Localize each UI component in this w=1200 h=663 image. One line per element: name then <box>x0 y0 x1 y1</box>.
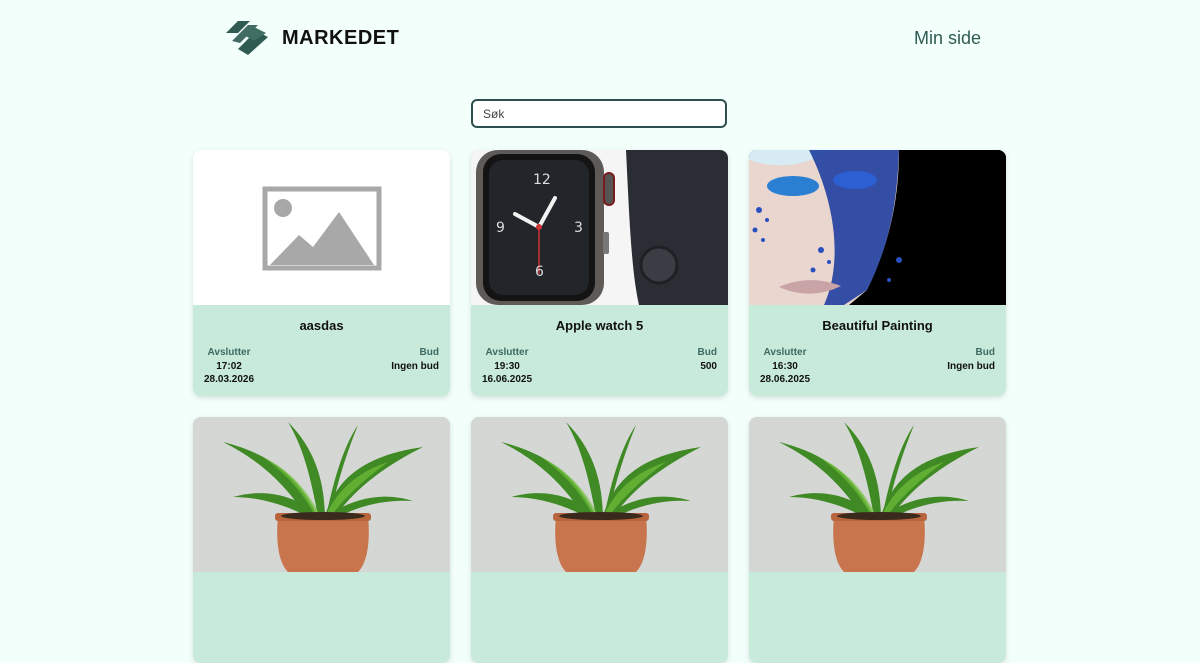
potted-plant-photo <box>193 417 450 572</box>
ends-time: 16:30 <box>772 360 798 372</box>
bid-label: Bud <box>697 347 717 358</box>
listing-card[interactable] <box>749 417 1006 663</box>
listing-card[interactable] <box>193 417 450 663</box>
header: MARKEDET Min side <box>0 0 1200 80</box>
ends-label: Avslutter <box>207 347 251 358</box>
svg-text:3: 3 <box>574 220 583 236</box>
ends-label: Avslutter <box>485 347 529 358</box>
listing-bid: Bud Ingen bud <box>391 346 439 373</box>
ends-date: 28.03.2026 <box>204 374 255 385</box>
ends-time: 19:30 <box>494 360 520 372</box>
listing-grid: aasdas Avslutter 17:02 28.03.2026 Bud In… <box>193 150 1007 663</box>
search-input[interactable] <box>471 99 727 128</box>
bid-value: Ingen bud <box>391 360 439 372</box>
min-side-link[interactable]: Min side <box>914 28 981 49</box>
listing-ends: Avslutter 17:02 28.03.2026 <box>204 346 254 387</box>
bid-label: Bud <box>975 347 995 358</box>
image-placeholder-icon <box>193 150 450 305</box>
svg-text:6: 6 <box>535 264 544 280</box>
apple-watch-photo: 12 3 6 9 <box>471 150 728 305</box>
bid-value: 500 <box>700 360 717 372</box>
bid-label: Bud <box>419 347 439 358</box>
logo[interactable]: MARKEDET <box>224 19 399 57</box>
listing-title: Apple watch 5 <box>555 318 644 333</box>
bid-value: Ingen bud <box>947 360 995 372</box>
potted-plant-photo <box>471 417 728 572</box>
listing-bid: Bud Ingen bud <box>947 346 995 373</box>
handshake-icon <box>226 21 268 55</box>
ends-date: 16.06.2025 <box>482 374 533 385</box>
listing-card[interactable]: aasdas Avslutter 17:02 28.03.2026 Bud In… <box>193 150 450 396</box>
potted-plant-photo <box>749 417 1006 572</box>
ends-time: 17:02 <box>216 360 242 372</box>
listing-title: Beautiful Painting <box>822 318 933 333</box>
logo-text: MARKEDET <box>282 26 400 49</box>
listing-card[interactable] <box>471 417 728 663</box>
svg-text:9: 9 <box>496 220 505 236</box>
ends-date: 28.06.2025 <box>760 374 811 385</box>
listing-bid: Bud 500 <box>698 346 717 373</box>
face-glitter-painting <box>749 150 1006 305</box>
listing-ends: Avslutter 19:30 16.06.2025 <box>482 346 532 387</box>
svg-text:12: 12 <box>533 172 551 188</box>
listing-card[interactable]: 12 3 6 9 Apple watch 5 Avslutter 19:30 1… <box>471 150 728 396</box>
listing-card[interactable]: Beautiful Painting Avslutter 16:30 28.06… <box>749 150 1006 396</box>
listing-ends: Avslutter 16:30 28.06.2025 <box>760 346 810 387</box>
listing-title: aasdas <box>299 318 344 333</box>
ends-label: Avslutter <box>763 347 807 358</box>
